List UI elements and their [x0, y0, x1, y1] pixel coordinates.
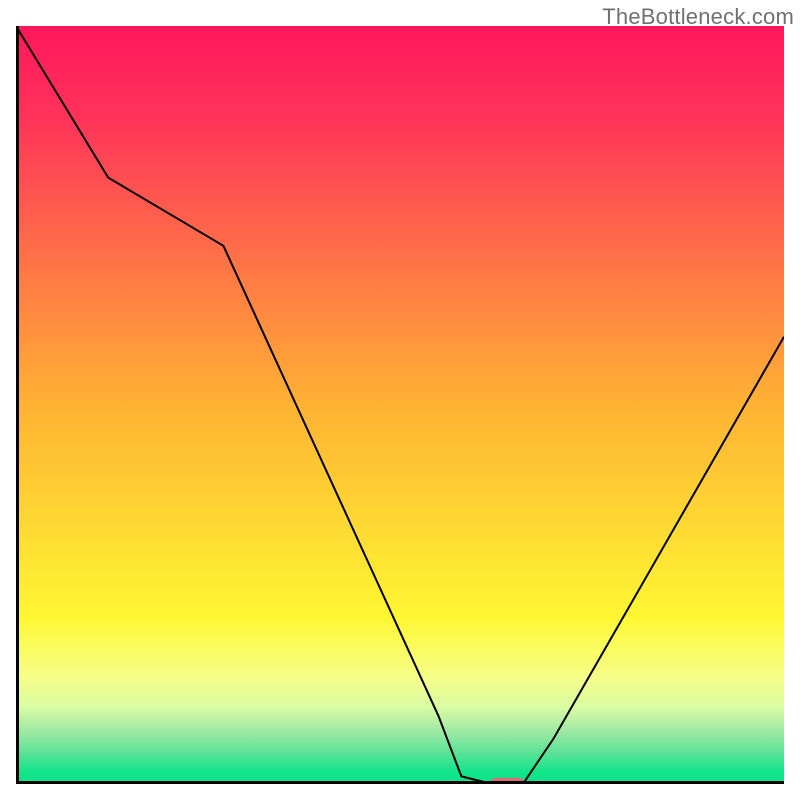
watermark-label: TheBottleneck.com — [602, 4, 794, 30]
axes-frame — [16, 26, 784, 784]
